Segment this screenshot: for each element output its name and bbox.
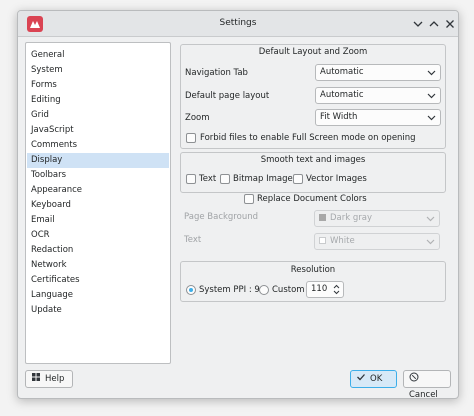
cancel-icon [409, 372, 419, 382]
system-ppi-label[interactable]: System PPI : 96 [199, 285, 265, 295]
layout-zoom-group: Default Layout and Zoom Navigation Tab A… [180, 44, 446, 149]
custom-ppi-spinbox[interactable]: 110 [306, 281, 344, 298]
chevron-down-icon[interactable] [411, 17, 425, 31]
close-icon[interactable] [443, 17, 457, 31]
chevron-down-icon [427, 114, 436, 121]
text-color-label: Text [184, 235, 202, 245]
sidebar-item-grid[interactable]: Grid [27, 108, 169, 123]
sidebar-item-certificates[interactable]: Certificates [27, 273, 169, 288]
smooth-vector-label[interactable]: Vector Images [306, 174, 367, 184]
zoom-label: Zoom [185, 113, 210, 123]
replace-colors-label[interactable]: Replace Document Colors [257, 194, 367, 204]
page-background-label: Page Background [184, 212, 258, 222]
sidebar-item-forms[interactable]: Forms [27, 78, 169, 93]
chevron-down-icon [426, 215, 435, 222]
sidebar-item-appearance[interactable]: Appearance [27, 183, 169, 198]
zoom-value: Fit Width [320, 112, 358, 122]
chevron-down-icon [427, 92, 436, 99]
system-ppi-radio[interactable] [186, 285, 196, 295]
sidebar-item-email[interactable]: Email [27, 213, 169, 228]
help-grid-icon [31, 372, 41, 382]
smooth-group-title: Smooth text and images [260, 155, 366, 165]
help-button[interactable]: Help [25, 370, 73, 388]
custom-ppi-label[interactable]: Custom [272, 285, 305, 295]
smooth-vector-checkbox[interactable] [293, 174, 303, 184]
page-background-value: Dark gray [330, 213, 373, 223]
sidebar-item-display[interactable]: Display [27, 153, 169, 168]
smooth-text-label[interactable]: Text [199, 174, 216, 184]
sidebar-item-editing[interactable]: Editing [27, 93, 169, 108]
page-layout-label: Default page layout [185, 91, 270, 101]
sidebar-item-language[interactable]: Language [27, 288, 169, 303]
smooth-text-checkbox[interactable] [186, 174, 196, 184]
resolution-group-title: Resolution [290, 265, 336, 275]
navigation-tab-label: Navigation Tab [185, 68, 248, 78]
sidebar-item-update[interactable]: Update [27, 303, 169, 318]
ok-button-label: OK [370, 374, 383, 384]
text-color-value: White [330, 236, 355, 246]
smooth-bitmap-checkbox[interactable] [220, 174, 230, 184]
title-bar: Settings [18, 11, 458, 37]
forbid-fullscreen-checkbox[interactable] [186, 133, 196, 143]
sidebar-item-general[interactable]: General [27, 48, 169, 63]
sidebar-item-keyboard[interactable]: Keyboard [27, 198, 169, 213]
smooth-bitmap-label[interactable]: Bitmap Images [233, 174, 297, 184]
sidebar-item-toolbars[interactable]: Toolbars [27, 168, 169, 183]
maximize-icon[interactable] [427, 17, 441, 31]
layout-zoom-group-title: Default Layout and Zoom [258, 47, 368, 57]
resolution-group: Resolution System PPI : 96 Custom 110 [180, 261, 446, 302]
custom-ppi-radio[interactable] [259, 285, 269, 295]
cancel-button-label: Cancel [409, 390, 438, 399]
sidebar-item-comments[interactable]: Comments [27, 138, 169, 153]
navigation-tab-select[interactable]: Automatic [315, 64, 441, 81]
cancel-button[interactable]: Cancel [403, 370, 451, 398]
forbid-fullscreen-label[interactable]: Forbid files to enable Full Screen mode … [200, 133, 416, 143]
page-background-swatch [319, 214, 326, 221]
chevron-down-icon [427, 69, 436, 76]
window-title: Settings [219, 18, 257, 28]
text-color-swatch [319, 237, 326, 244]
sidebar-item-network[interactable]: Network [27, 258, 169, 273]
page-layout-select[interactable]: Automatic [315, 87, 441, 104]
replace-colors-checkbox[interactable] [244, 194, 254, 204]
zoom-select[interactable]: Fit Width [315, 109, 441, 126]
sidebar-item-system[interactable]: System [27, 63, 169, 78]
smooth-group: Smooth text and images Text Bitmap Image… [180, 152, 446, 193]
checkmark-icon [356, 372, 366, 382]
custom-ppi-value: 110 [311, 284, 328, 294]
spin-arrows-icon[interactable] [333, 284, 340, 295]
page-background-select[interactable]: Dark gray [314, 210, 440, 227]
page-layout-value: Automatic [320, 90, 364, 100]
settings-category-list: General System Forms Editing Grid JavaSc… [25, 42, 171, 364]
chevron-down-icon [426, 238, 435, 245]
sidebar-item-javascript[interactable]: JavaScript [27, 123, 169, 138]
navigation-tab-value: Automatic [320, 67, 364, 77]
settings-dialog: Settings General System Forms Editing Gr… [17, 10, 459, 399]
text-color-select[interactable]: White [314, 233, 440, 250]
sidebar-item-ocr[interactable]: OCR [27, 228, 169, 243]
sidebar-item-redaction[interactable]: Redaction [27, 243, 169, 258]
ok-button[interactable]: OK [350, 370, 397, 388]
help-button-label: Help [45, 374, 65, 384]
